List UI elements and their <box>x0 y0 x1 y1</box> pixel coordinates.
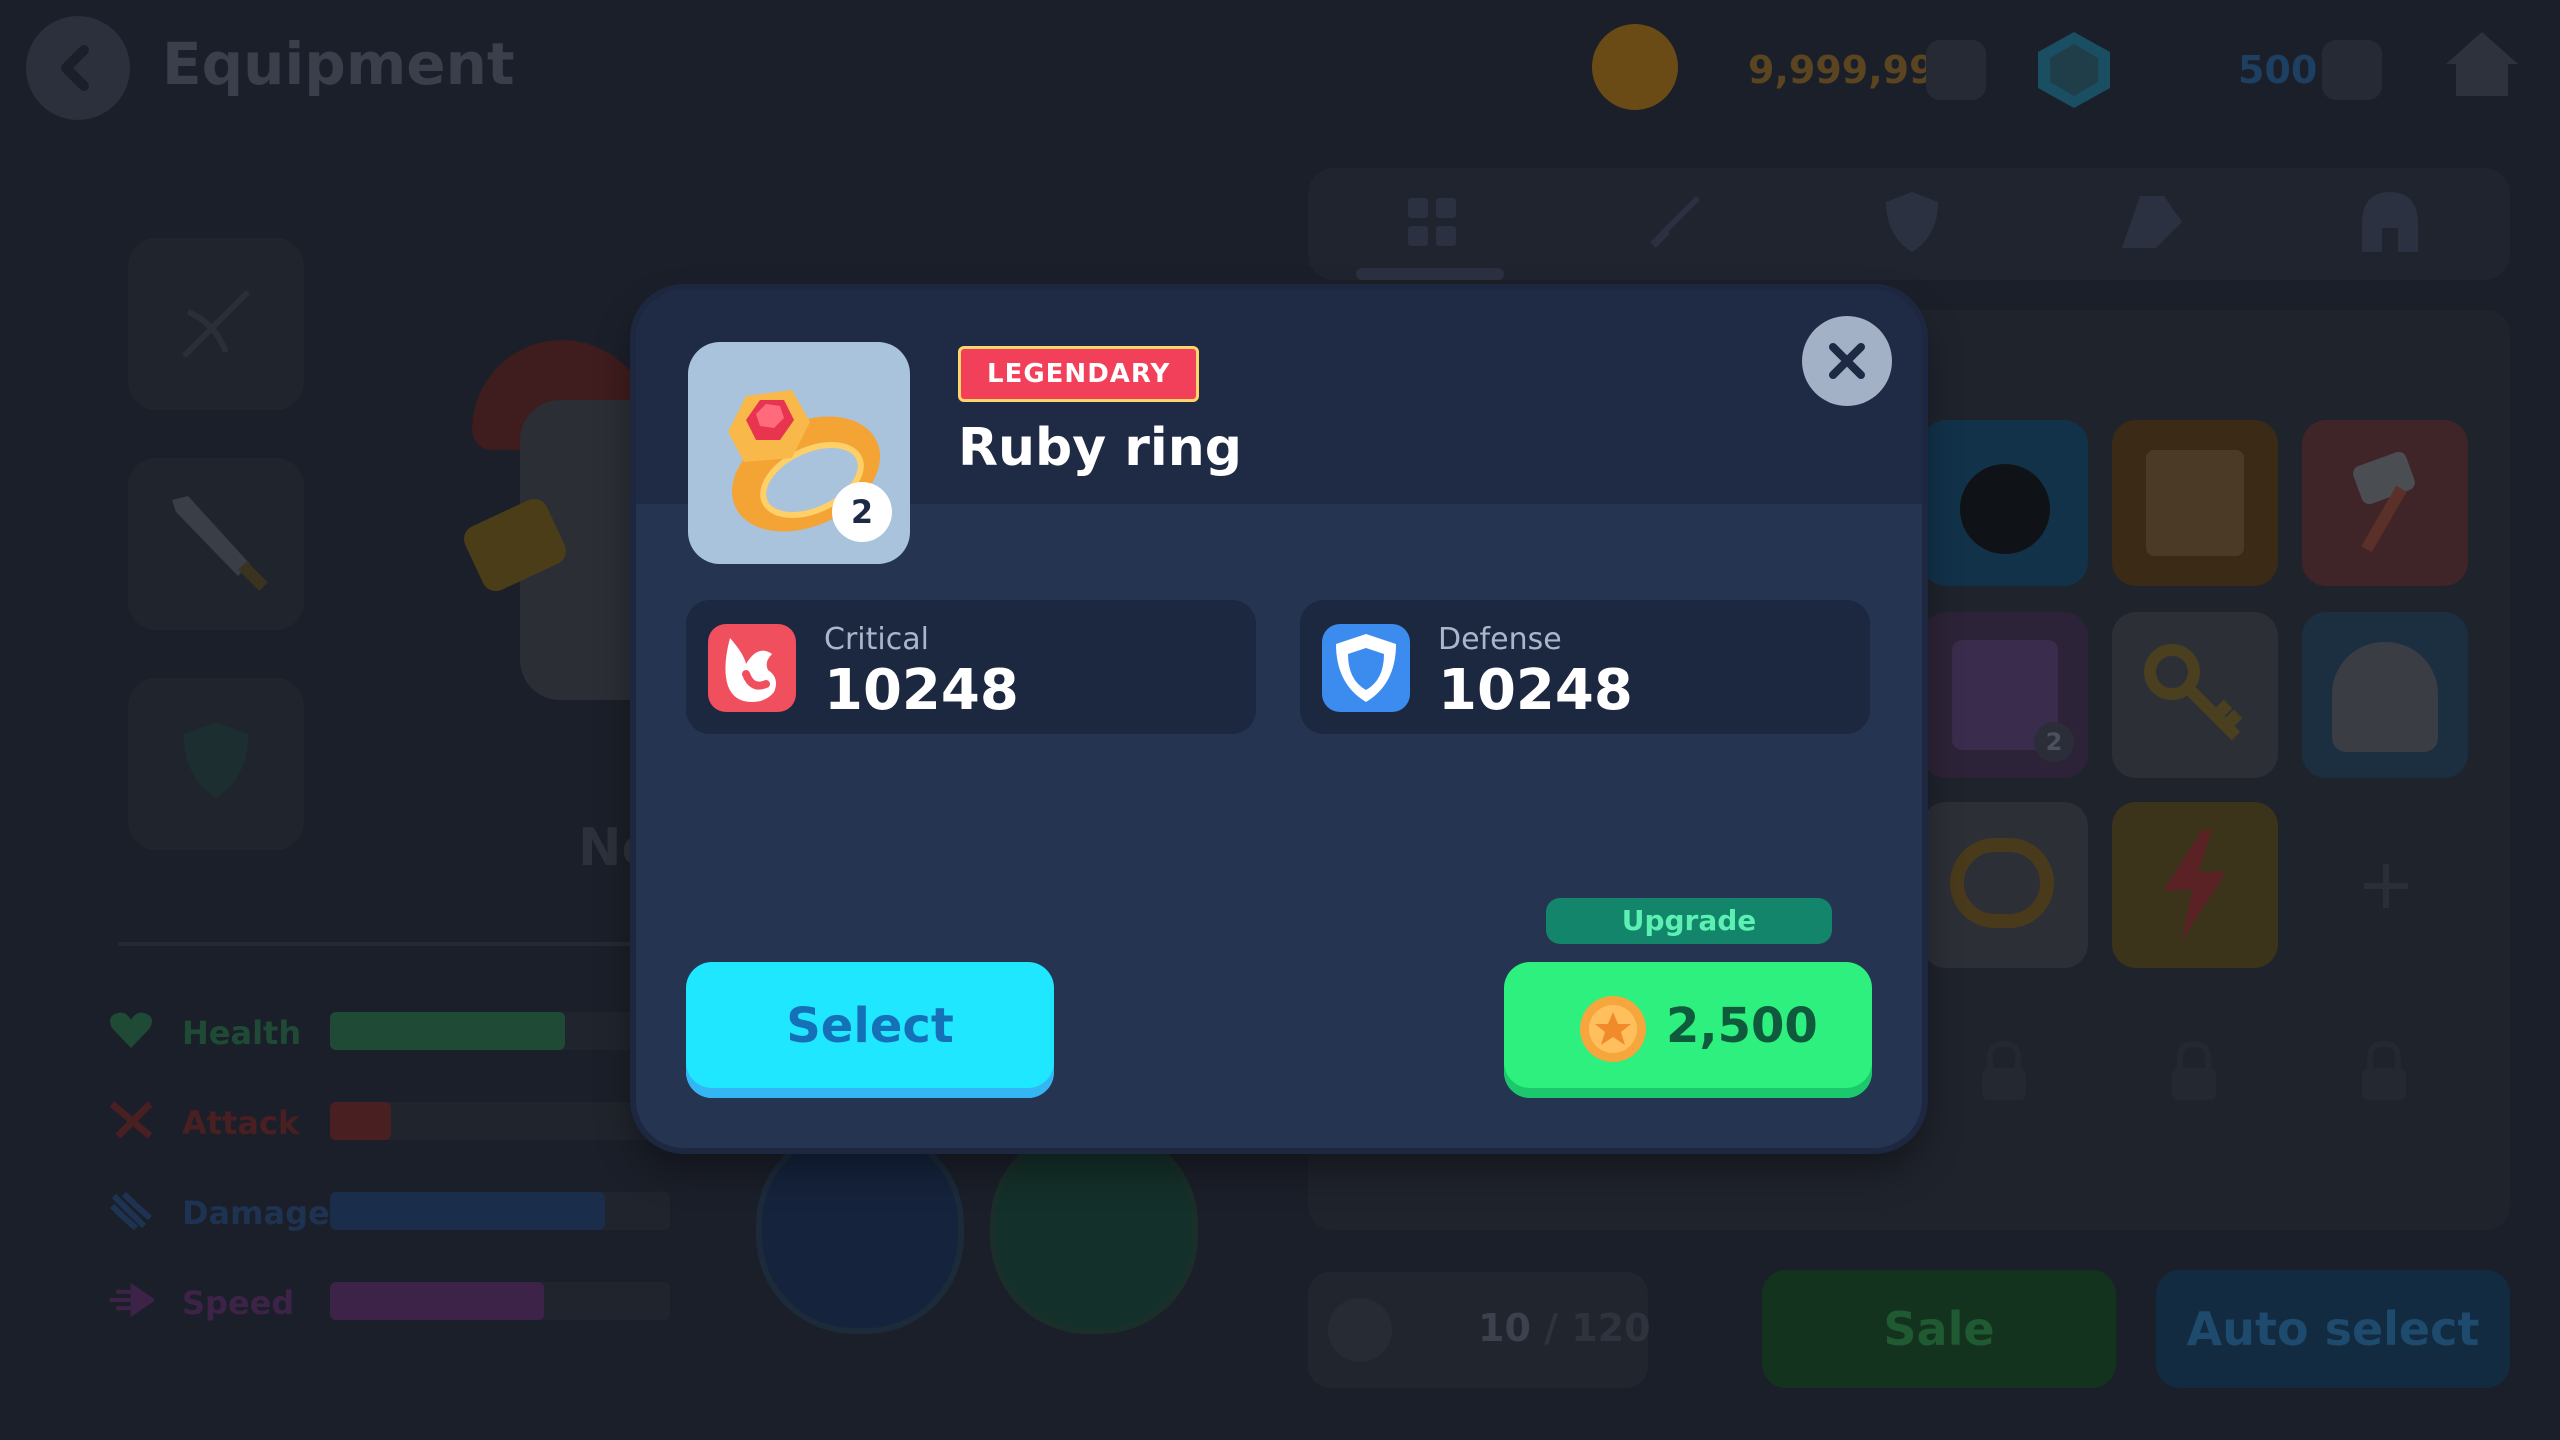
sale-button[interactable]: Sale <box>1762 1270 2116 1388</box>
bomb-icon <box>1960 464 2050 554</box>
skill-orb-eye[interactable] <box>990 1126 1198 1334</box>
sword-icon <box>172 496 268 591</box>
stat-attack: Attack <box>108 1100 708 1142</box>
auto-select-button[interactable]: Auto select <box>2156 1270 2510 1388</box>
tab-selected-indicator <box>1356 268 1504 280</box>
stat-bar-fill <box>330 1192 606 1230</box>
skill-orb-arrows[interactable] <box>756 1126 964 1334</box>
stat-bar-fill <box>330 1012 565 1050</box>
add-item-icon[interactable] <box>2358 858 2414 914</box>
stat-card-defense: Defense 10248 <box>1300 600 1870 734</box>
boot-icon[interactable] <box>2116 192 2186 252</box>
inventory-item-ring[interactable] <box>1922 802 2088 968</box>
back-button[interactable] <box>26 16 130 120</box>
stat-speed: Speed <box>108 1280 708 1322</box>
all-icon[interactable] <box>1404 194 1460 250</box>
divider <box>118 942 648 946</box>
add-gems-button[interactable] <box>2322 40 2382 100</box>
stat-label: Defense <box>1438 622 1562 657</box>
rarity-badge: LEGENDARY <box>958 346 1200 402</box>
stat-value: 10248 <box>1438 658 1633 723</box>
equip-slot-bow[interactable] <box>128 238 304 410</box>
top-bar: Equipment 9,999,999 500 <box>0 0 2560 140</box>
back-arrow-icon <box>61 45 89 91</box>
stat-health: Health <box>108 1010 708 1052</box>
item-detail-dialog: 2 LEGENDARY Ruby ring Critical 10248 Def… <box>636 290 1922 1148</box>
stat-bar-fill <box>330 1102 392 1140</box>
inventory-count-current: 10 <box>1478 1306 1531 1350</box>
equip-slot-sword[interactable] <box>128 458 304 630</box>
stat-card-critical: Critical 10248 <box>686 600 1256 734</box>
defense-icon <box>1322 624 1410 712</box>
inventory-count-total: 120 <box>1571 1306 1651 1350</box>
stat-label: Critical <box>824 622 929 657</box>
bow-icon <box>181 289 251 359</box>
knight-helmet-icon <box>2332 642 2438 752</box>
upgrade-price: 2,500 <box>1666 998 1818 1054</box>
item-preview-card: 2 <box>688 342 910 564</box>
critical-icon <box>708 624 796 712</box>
stat-damage: Damage <box>108 1190 708 1232</box>
item-name: Ruby ring <box>958 418 1242 478</box>
close-icon <box>1829 343 1865 379</box>
scroll-icon <box>2146 450 2244 556</box>
shield-icon <box>184 722 248 798</box>
gem-icon <box>2038 32 2110 108</box>
inventory-item-lightning[interactable] <box>2112 802 2278 968</box>
select-button[interactable]: Select <box>686 962 1054 1098</box>
upgrade-button[interactable]: 2,500 <box>1504 962 1872 1098</box>
inventory-item-scroll[interactable] <box>2112 420 2278 586</box>
screen-title: Equipment <box>162 30 515 98</box>
inventory-item-hammer[interactable] <box>2302 420 2468 586</box>
item-count-badge: 2 <box>2034 722 2074 762</box>
swords-icon <box>109 1101 153 1139</box>
close-button[interactable] <box>1802 316 1892 406</box>
key-icon <box>2144 644 2243 741</box>
coin-icon <box>1592 24 1678 110</box>
category-tabs <box>1308 168 2510 280</box>
claw-icon <box>109 1191 152 1230</box>
hammer-icon <box>2353 451 2415 553</box>
add-coins-button[interactable] <box>1926 40 1986 100</box>
shield-icon[interactable] <box>1882 188 1942 256</box>
gems-amount: 500 <box>2238 48 2318 92</box>
lock-icon <box>1982 1040 2026 1100</box>
sword-icon[interactable] <box>1642 190 1706 254</box>
helmet-icon[interactable] <box>2358 188 2422 256</box>
inventory-count: 10 / 120 <box>1478 1306 1651 1350</box>
ring-icon <box>1950 838 2054 928</box>
stat-value: 10248 <box>824 658 1019 723</box>
equip-slot-shield[interactable] <box>128 678 304 850</box>
lock-icon <box>2172 1040 2216 1100</box>
home-icon[interactable] <box>2442 28 2522 100</box>
upgrade-tag: Upgrade <box>1546 898 1832 944</box>
inventory-item-book[interactable]: 2 <box>1922 612 2088 778</box>
inventory-item-helmet[interactable] <box>2302 612 2468 778</box>
coin-icon <box>1580 996 1646 1062</box>
bag-icon <box>1328 1298 1392 1362</box>
heart-icon <box>110 1012 152 1048</box>
inventory-item-bomb[interactable] <box>1922 420 2088 586</box>
item-count-badge: 2 <box>832 482 892 542</box>
lightning-icon <box>2164 830 2226 940</box>
inventory-item-key[interactable] <box>2112 612 2278 778</box>
lock-icon <box>2362 1040 2406 1100</box>
stat-bar-fill <box>330 1282 545 1320</box>
speed-arrow-icon <box>109 1283 154 1317</box>
